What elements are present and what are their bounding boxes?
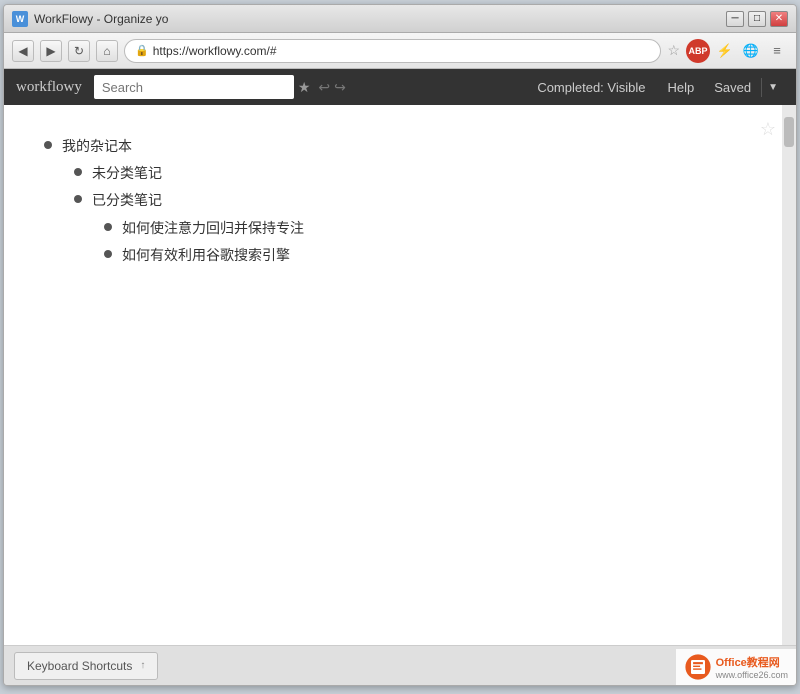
office-icon <box>684 653 712 681</box>
keyboard-shortcuts-label: Keyboard Shortcuts <box>27 659 132 673</box>
close-button[interactable]: ✕ <box>770 11 788 27</box>
favicon: W <box>12 11 28 27</box>
undo-button[interactable]: ↩ <box>318 79 330 96</box>
item-text[interactable]: 已分类笔记 <box>92 188 162 213</box>
title-bar: W WorkFlowy - Organize yo ─ □ ✕ <box>4 5 796 33</box>
adblock-button[interactable]: ABP <box>686 39 710 63</box>
list-item: 未分类笔记 <box>74 160 756 187</box>
list-item: 如何有效利用谷歌搜索引擎 <box>104 242 756 269</box>
extension-button-1[interactable]: ⚡ <box>714 40 736 62</box>
redo-button[interactable]: ↪ <box>334 79 346 96</box>
refresh-button[interactable]: ↻ <box>68 40 90 62</box>
content-area: ☆ 我的杂记本 未分类笔记 已分类笔记 <box>4 105 796 645</box>
browser-toolbar: ◀ ▶ ↻ ⌂ 🔒 https://workflowy.com/# ☆ ABP … <box>4 33 796 69</box>
outline-root: 我的杂记本 未分类笔记 已分类笔记 如何使注意力回归并保持专注 <box>44 133 756 269</box>
extension-button-2[interactable]: 🌐 <box>740 40 762 62</box>
scrollbar-thumb[interactable] <box>784 117 794 147</box>
search-star-icon[interactable]: ★ <box>298 79 311 96</box>
content-star-icon: ☆ <box>760 119 776 140</box>
office-logo: Office教程网 www.office26.com <box>684 653 788 681</box>
address-text: https://workflowy.com/# <box>153 44 277 58</box>
keyboard-shortcuts-button[interactable]: Keyboard Shortcuts ↑ <box>14 652 158 680</box>
arrow-up-icon: ↑ <box>140 660 145 671</box>
minimize-button[interactable]: ─ <box>726 11 744 27</box>
window-controls: ─ □ ✕ <box>726 11 788 27</box>
browser-menu-button[interactable]: ≡ <box>766 40 788 62</box>
sub-list-1: 未分类笔记 已分类笔记 如何使注意力回归并保持专注 如何有效利用谷歌 <box>74 160 756 269</box>
list-item: 如何使注意力回归并保持专注 <box>104 215 756 242</box>
forward-button[interactable]: ▶ <box>40 40 62 62</box>
bottom-bar: Keyboard Shortcuts ↑ Office教程网 www.offic… <box>4 645 796 685</box>
main-content: ☆ 我的杂记本 未分类笔记 已分类笔记 <box>4 105 796 645</box>
item-text[interactable]: 如何使注意力回归并保持专注 <box>122 216 304 241</box>
restore-button[interactable]: □ <box>748 11 766 27</box>
help-button[interactable]: Help <box>657 76 704 99</box>
list-item: 我的杂记本 <box>44 133 756 160</box>
bullet-icon <box>104 223 112 231</box>
office-text-main: Office教程网 <box>716 654 788 670</box>
item-text[interactable]: 我的杂记本 <box>62 134 132 159</box>
office-text-sub: www.office26.com <box>716 670 788 680</box>
item-text[interactable]: 如何有效利用谷歌搜索引擎 <box>122 243 290 268</box>
office-text-group: Office教程网 www.office26.com <box>716 654 788 680</box>
window-title: WorkFlowy - Organize yo <box>34 12 726 26</box>
undo-redo-group: ↩ ↪ <box>318 79 345 96</box>
lock-icon: 🔒 <box>135 44 149 57</box>
scrollbar[interactable] <box>782 105 796 645</box>
search-input[interactable] <box>94 75 294 99</box>
bookmark-star-icon[interactable]: ☆ <box>667 42 680 59</box>
home-button[interactable]: ⌂ <box>96 40 118 62</box>
app-header: workflowy ★ ↩ ↪ Completed: Visible Help … <box>4 69 796 105</box>
bullet-icon <box>74 195 82 203</box>
app-logo: workflowy <box>16 79 82 96</box>
saved-label: Saved <box>706 76 759 99</box>
completed-toggle[interactable]: Completed: Visible <box>537 80 645 95</box>
address-bar[interactable]: 🔒 https://workflowy.com/# <box>124 39 661 63</box>
back-button[interactable]: ◀ <box>12 40 34 62</box>
list-item: 已分类笔记 <box>74 187 756 214</box>
item-text[interactable]: 未分类笔记 <box>92 161 162 186</box>
browser-window: W WorkFlowy - Organize yo ─ □ ✕ ◀ ▶ ↻ ⌂ … <box>3 4 797 686</box>
dropdown-button[interactable]: ▼ <box>761 78 784 97</box>
browser-action-buttons: ABP ⚡ 🌐 ≡ <box>686 39 788 63</box>
bullet-icon <box>74 168 82 176</box>
bullet-icon <box>104 250 112 258</box>
bullet-icon <box>44 141 52 149</box>
sub-sub-list-1: 如何使注意力回归并保持专注 如何有效利用谷歌搜索引擎 <box>104 215 756 269</box>
header-right-buttons: Help Saved ▼ <box>657 76 784 99</box>
office-watermark: Office教程网 www.office26.com <box>676 649 796 685</box>
